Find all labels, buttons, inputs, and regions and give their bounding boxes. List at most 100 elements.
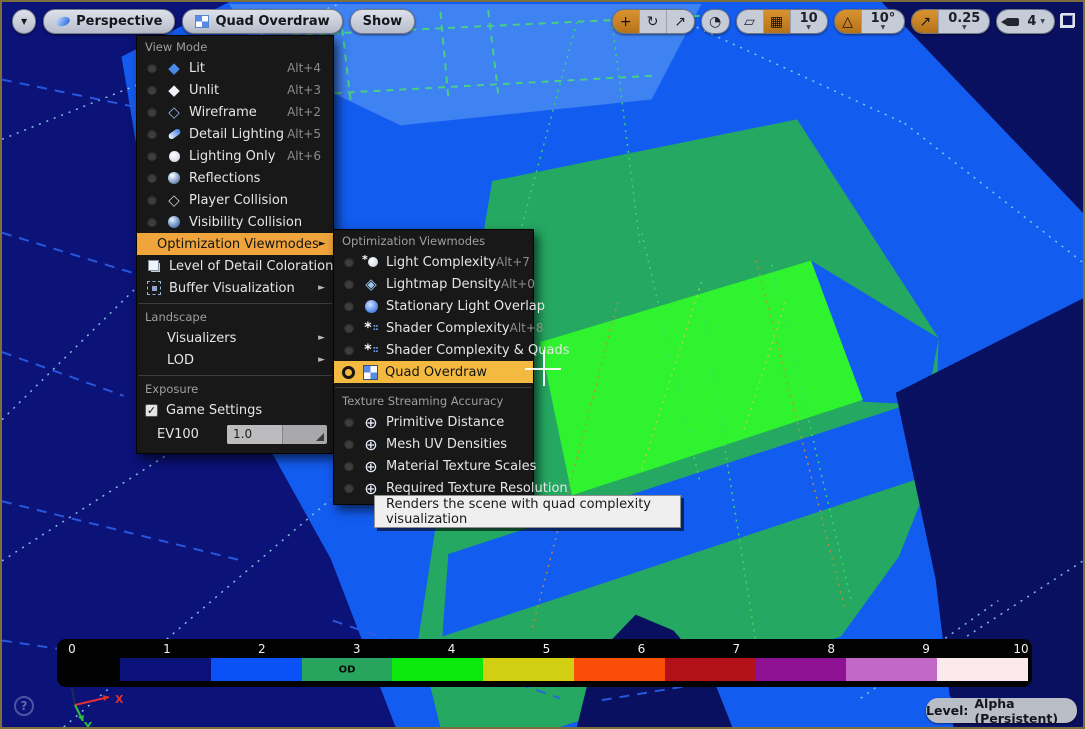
perspective-button[interactable]: Perspective	[43, 9, 175, 34]
menu-item-shader-complexity-quads[interactable]: Shader Complexity & Quads	[334, 339, 533, 361]
menu-item-visualizers[interactable]: Visualizers►	[137, 327, 333, 349]
menu-item-label: Mesh UV Densities	[386, 437, 507, 452]
shader-complexity-icon	[362, 320, 380, 336]
tooltip-text: Renders the scene with quad complexity v…	[386, 497, 669, 527]
radio-icon	[344, 483, 354, 493]
radio-icon	[147, 151, 157, 161]
menu-item-mesh-uv-densities[interactable]: Mesh UV Densities	[334, 433, 533, 455]
world-local-toggle-button[interactable]: ◔	[702, 10, 729, 33]
transform-toolbar: + ↻ ↗ ◔ ▱ ▦ 10 ▼ △ 10° ▼ ↗ 0.25 ▼	[612, 9, 1055, 34]
game-settings-checkbox[interactable]: ✓	[145, 404, 158, 417]
menu-item-player-collision[interactable]: Player Collision	[137, 189, 333, 211]
uv-crosshair-icon	[362, 414, 380, 430]
rotate-tool-button[interactable]: ↻	[640, 10, 667, 33]
show-label: Show	[363, 14, 403, 29]
game-settings-label: Game Settings	[166, 403, 262, 418]
reflections-icon	[165, 170, 183, 186]
surface-snap-button[interactable]: ▱	[737, 10, 764, 33]
legend-color-segment: OD	[302, 658, 393, 681]
menu-item-wireframe[interactable]: Wireframe Alt+2	[137, 101, 333, 123]
camera-speed-dropdown[interactable]: 4 ▼	[997, 10, 1054, 33]
menu-section-title: Landscape	[137, 306, 333, 327]
menu-separator	[335, 387, 532, 388]
menu-item-primitive-distance[interactable]: Primitive Distance	[334, 411, 533, 433]
menu-item-lod[interactable]: LOD►	[137, 349, 333, 371]
axis-gizmo: X Y	[42, 686, 137, 729]
menu-item-buffer-visualization[interactable]: Buffer Visualization►	[137, 277, 333, 299]
menu-item-detail-lighting[interactable]: Detail LightingAlt+5	[137, 123, 333, 145]
view-mode-button[interactable]: Quad Overdraw	[182, 9, 342, 34]
menu-item-label: Wireframe	[189, 105, 257, 120]
legend-color-segment	[756, 658, 847, 681]
menu-section-title: View Mode	[137, 36, 333, 57]
ev100-spinbox[interactable]: 1.0	[227, 425, 327, 444]
radio-icon	[147, 63, 157, 73]
radio-icon	[344, 461, 354, 471]
menu-item-label: Reflections	[189, 171, 260, 186]
menu-item-label: Shader Complexity	[386, 321, 510, 336]
menu-item-light-complexity[interactable]: Light ComplexityAlt+7	[334, 251, 533, 273]
menu-item-visibility-collision[interactable]: Visibility Collision	[137, 211, 333, 233]
rotation-snap-value-dropdown[interactable]: 10° ▼	[862, 10, 905, 33]
menu-item-label: Visualizers	[167, 331, 236, 346]
quad-overdraw-icon	[195, 15, 209, 28]
menu-item-lighting-only[interactable]: Lighting OnlyAlt+6	[137, 145, 333, 167]
shortcut-label: Alt+8	[510, 321, 550, 335]
grid-snap-button[interactable]: ▦	[764, 10, 791, 33]
radio-icon	[344, 323, 354, 333]
lightmap-density-icon	[362, 276, 380, 292]
move-tool-button[interactable]: +	[613, 10, 640, 33]
unlit-cube-icon	[165, 82, 183, 98]
radio-icon	[147, 217, 157, 227]
legend-color-segment	[937, 658, 1028, 681]
stationary-light-overlap-icon	[362, 298, 380, 314]
angle-snap-icon: △	[842, 14, 853, 30]
menu-item-shader-complexity[interactable]: Shader ComplexityAlt+8	[334, 317, 533, 339]
maximize-viewport-button[interactable]	[1060, 13, 1075, 28]
perspective-icon	[55, 15, 71, 28]
legend-tick-label: 0	[68, 642, 76, 656]
legend-tick-label: 6	[638, 642, 646, 656]
tooltip: Renders the scene with quad complexity v…	[374, 495, 681, 528]
menu-item-game-settings[interactable]: ✓ Game Settings	[137, 399, 333, 421]
legend-tick-label: 7	[732, 642, 740, 656]
menu-item-label: Detail Lighting	[189, 127, 284, 142]
radio-icon	[344, 345, 354, 355]
menu-item-unlit[interactable]: UnlitAlt+3	[137, 79, 333, 101]
menu-item-label: Lit	[189, 61, 205, 76]
scale-snap-value-dropdown[interactable]: 0.25 ▼	[939, 10, 989, 33]
grid-snap-value-dropdown[interactable]: 10 ▼	[791, 10, 827, 33]
menu-item-quad-overdraw[interactable]: Quad Overdraw	[334, 361, 533, 383]
menu-item-optimization-viewmodes[interactable]: Optimization Viewmodes►	[137, 233, 333, 255]
y-axis-label: Y	[83, 720, 93, 729]
shortcut-label: Alt+2	[287, 105, 327, 119]
lit-cube-icon	[165, 60, 183, 76]
submenu-arrow-icon: ►	[318, 283, 327, 293]
legend-tick-label: 1	[163, 642, 171, 656]
legend-color-segment	[392, 658, 483, 681]
menu-item-label: Player Collision	[189, 193, 288, 208]
scale-snap-button[interactable]: ↗	[912, 10, 939, 33]
scale-tool-button[interactable]: ↗	[667, 10, 694, 33]
rotation-snap-button[interactable]: △	[835, 10, 862, 33]
menu-item-material-texture-scales[interactable]: Material Texture Scales	[334, 455, 533, 477]
menu-item-level-of-detail-coloration[interactable]: Level of Detail Coloration►	[137, 255, 333, 277]
show-button[interactable]: Show	[350, 9, 416, 34]
crosshair-cursor	[525, 350, 561, 386]
overdraw-marker: OD	[339, 664, 356, 675]
menu-item-stationary-light-overlap[interactable]: Stationary Light Overlap	[334, 295, 533, 317]
shortcut-label: Alt+0	[501, 277, 541, 291]
player-collision-icon	[165, 192, 183, 208]
uv-crosshair-icon	[362, 458, 380, 474]
viewport-options-button[interactable]: ▼	[12, 9, 36, 34]
menu-item-lit[interactable]: LitAlt+4	[137, 57, 333, 79]
grid-snap-value: 10	[800, 13, 818, 25]
legend-tick-label: 8	[827, 642, 835, 656]
menu-item-reflections[interactable]: Reflections	[137, 167, 333, 189]
camera-icon	[1006, 18, 1019, 26]
overdraw-color-scale: OD	[120, 658, 1028, 681]
level-status-badge: Level: Alpha (Persistent)	[926, 698, 1077, 723]
menu-item-lightmap-density[interactable]: Lightmap DensityAlt+0	[334, 273, 533, 295]
radio-icon	[147, 107, 157, 117]
help-icon[interactable]: ?	[14, 696, 34, 716]
